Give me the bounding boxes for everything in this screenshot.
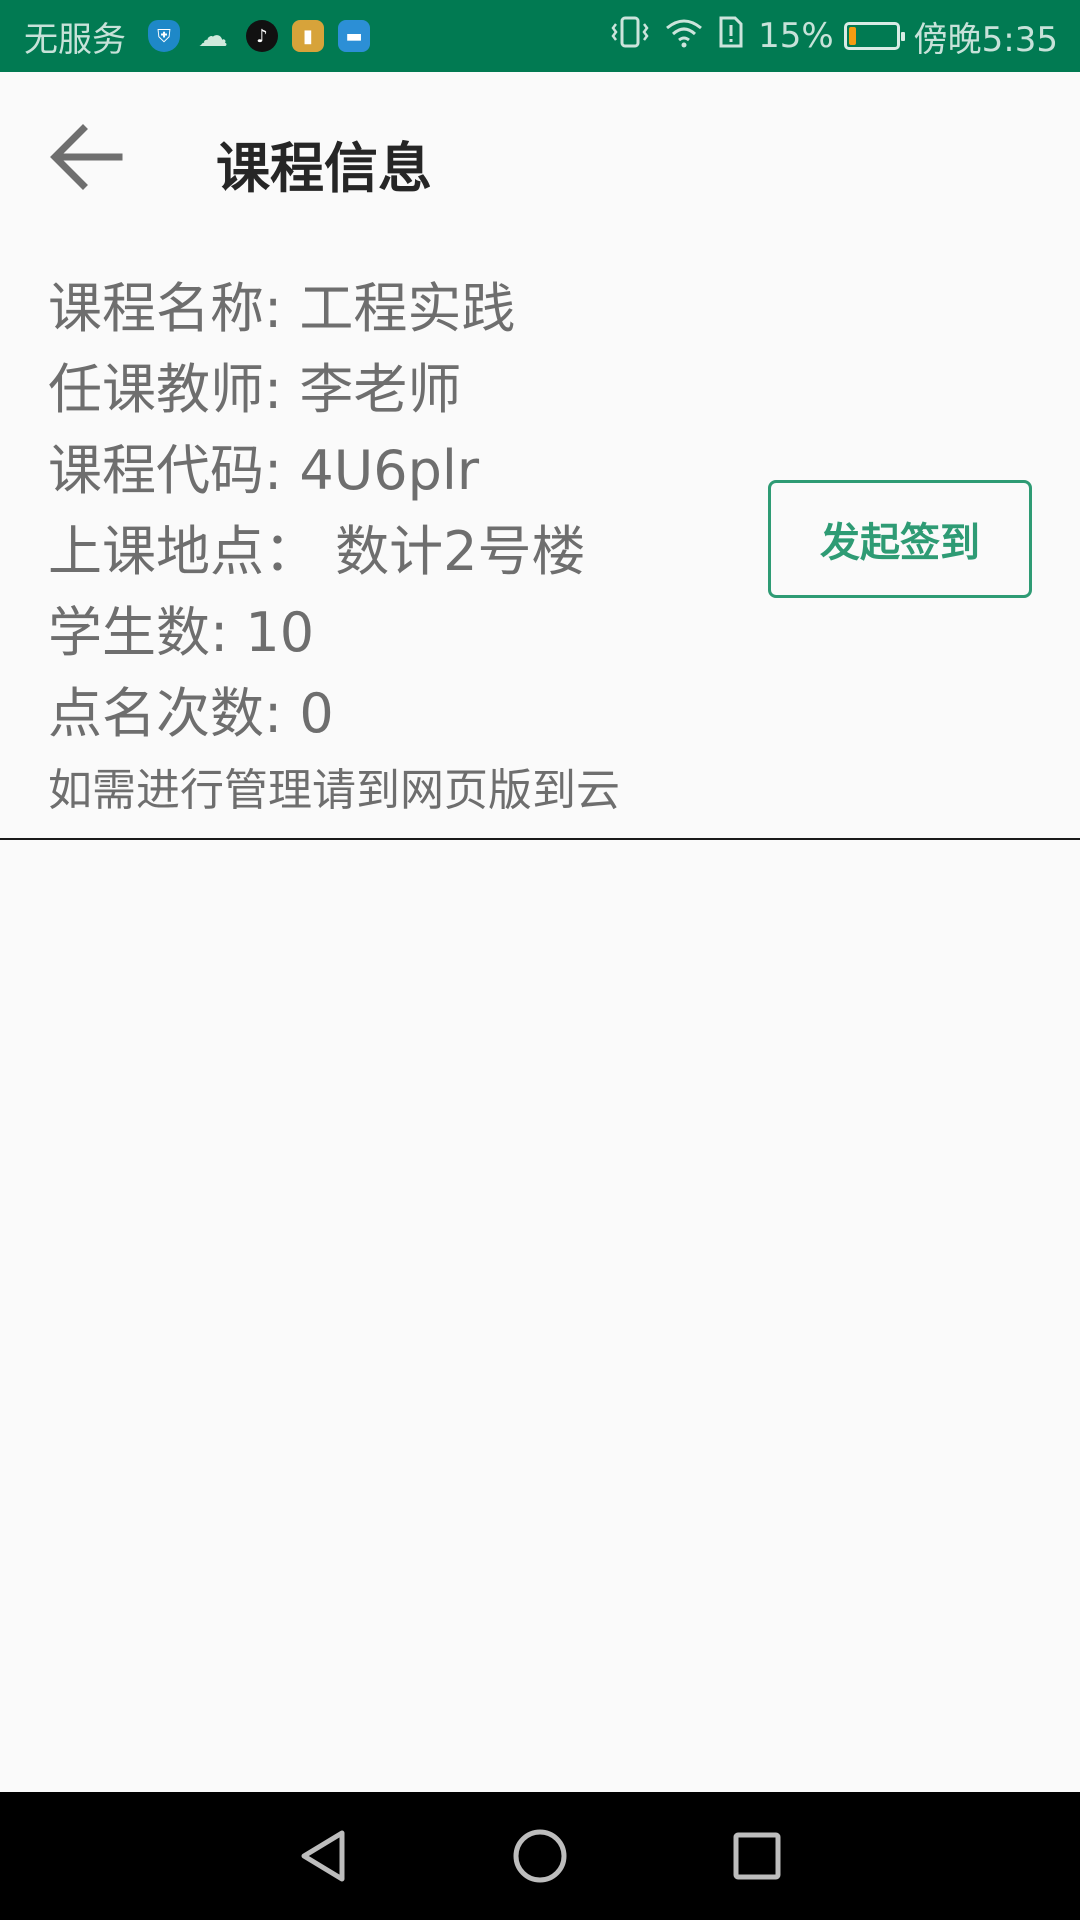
course-info: 课程名称: 工程实践 任课教师: 李老师 课程代码: 4U6plr 上课地点： …	[48, 268, 620, 826]
card-icon: ▬	[338, 20, 370, 52]
cloud-icon: ☁	[198, 18, 228, 54]
battery-level-fill	[848, 27, 856, 45]
divider	[0, 838, 1080, 840]
status-right: 15% 傍晚5:35	[596, 12, 1058, 61]
course-code: 课程代码: 4U6plr	[48, 439, 480, 502]
system-nav-bar	[0, 1792, 1080, 1920]
sim-alert-icon	[718, 15, 744, 57]
carrier-text: 无服务	[24, 19, 126, 60]
vibrate-icon	[610, 15, 650, 57]
app-bar: 课程信息	[0, 72, 1080, 242]
status-bar: 无服务 ⛨ ☁ ♪ ▮ ▬ 15% 傍晚5:35	[0, 0, 1080, 72]
battery-icon	[843, 22, 905, 50]
shield-icon: ⛨	[148, 20, 180, 52]
status-left: 无服务 ⛨ ☁ ♪ ▮ ▬	[24, 12, 370, 61]
rollcall-count: 点名次数: 0	[48, 682, 334, 745]
page-title: 课程信息	[216, 137, 432, 200]
clock: 傍晚5:35	[913, 19, 1058, 60]
student-count: 学生数: 10	[48, 601, 315, 664]
course-teacher: 任课教师: 李老师	[48, 358, 462, 421]
nav-back-button[interactable]	[288, 1821, 358, 1891]
back-triangle-icon	[301, 1830, 345, 1882]
nav-recents-button[interactable]	[722, 1821, 792, 1891]
back-button[interactable]	[40, 112, 130, 202]
home-circle-icon	[513, 1829, 567, 1883]
zip-icon: ▮	[292, 20, 324, 52]
start-checkin-button[interactable]: 发起签到	[768, 480, 1032, 598]
wifi-icon	[664, 16, 704, 56]
arrow-left-icon	[50, 124, 123, 190]
battery-percent: 15%	[758, 16, 834, 56]
tiktok-icon: ♪	[246, 20, 278, 52]
recents-square-icon	[733, 1832, 781, 1880]
nav-home-button[interactable]	[505, 1821, 575, 1891]
course-name: 课程名称: 工程实践	[48, 277, 516, 340]
management-hint: 如需进行管理请到网页版到云	[48, 765, 620, 816]
course-location: 上课地点： 数计2号楼	[48, 520, 586, 583]
